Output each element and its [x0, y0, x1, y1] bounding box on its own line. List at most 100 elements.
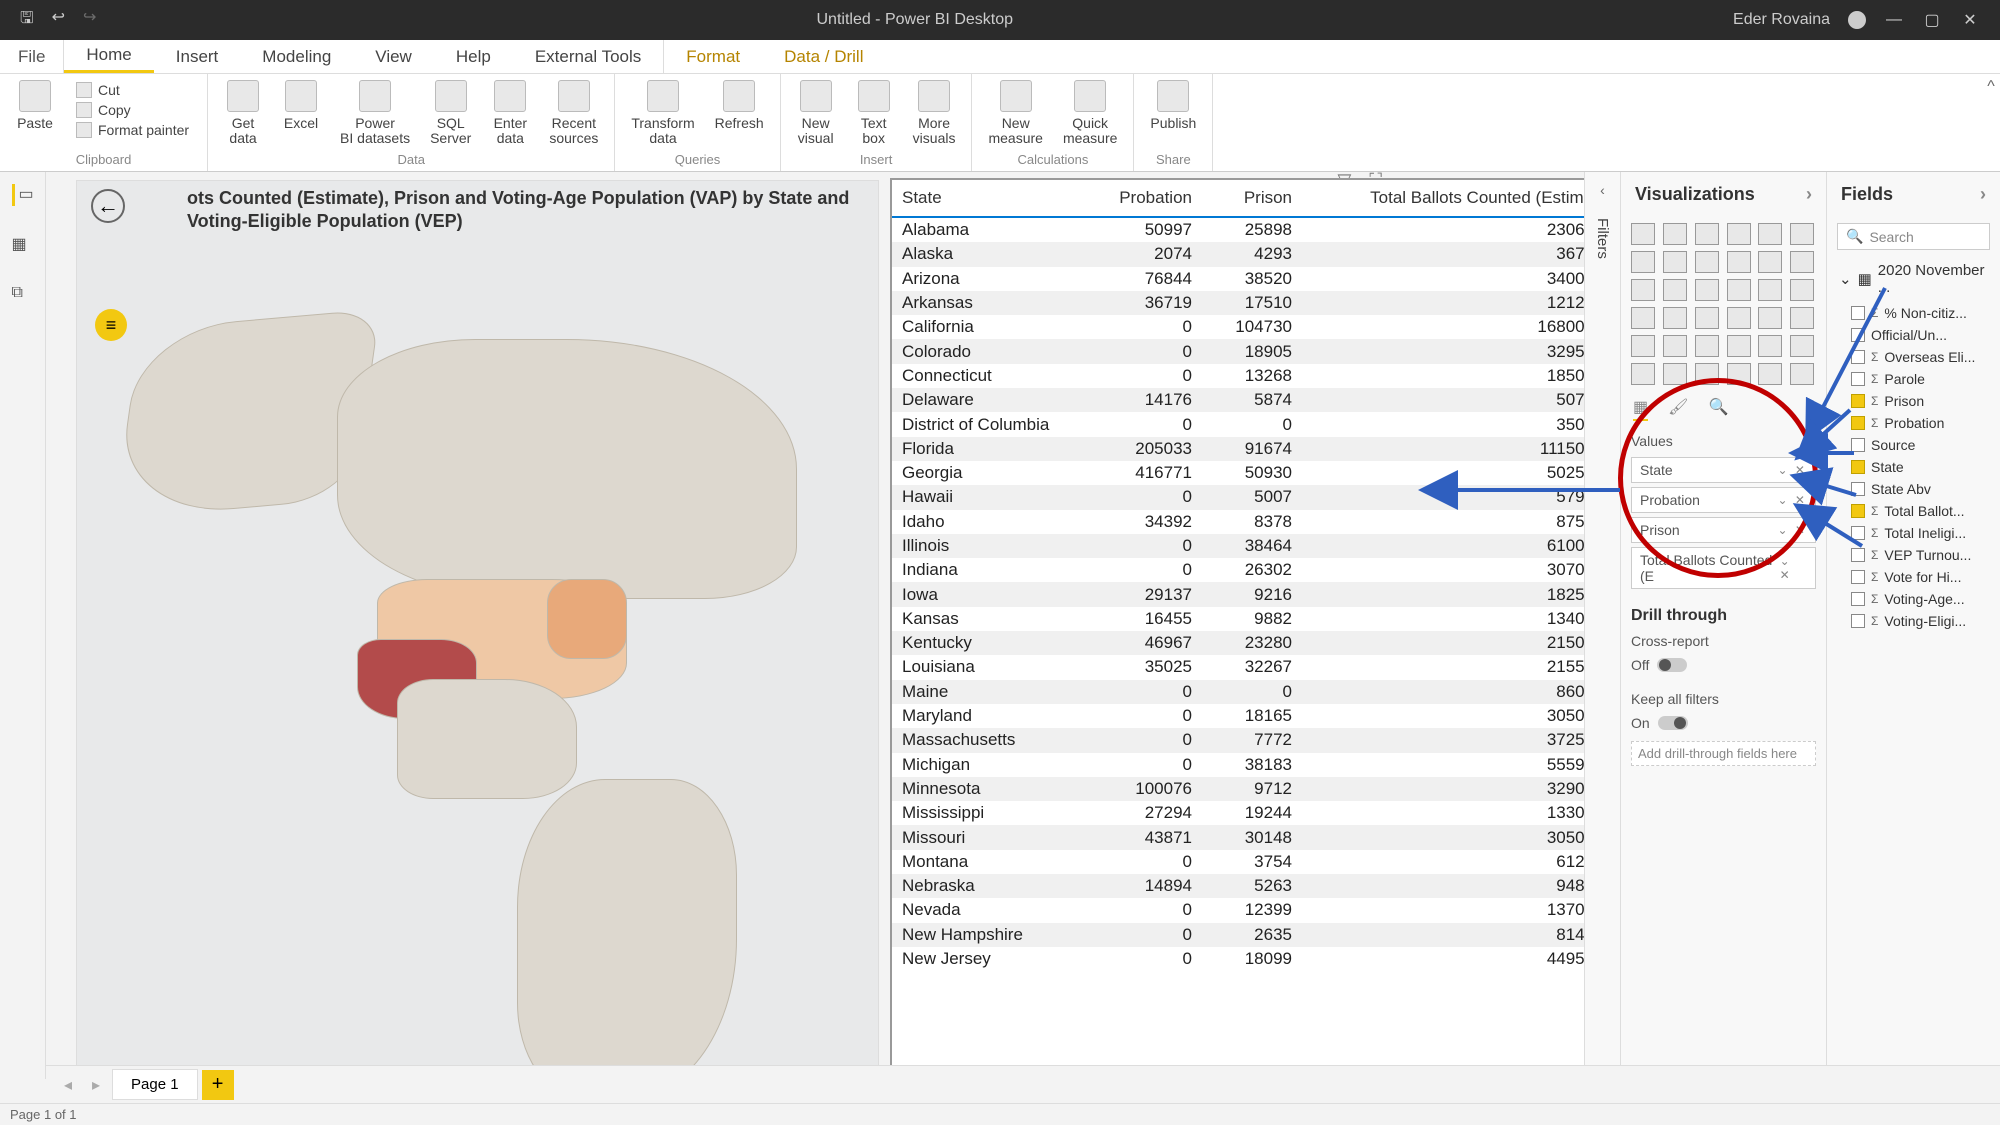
field-checkbox[interactable]: [1851, 570, 1865, 584]
report-view-icon[interactable]: ▭: [12, 184, 34, 206]
field-item-vote-for-hi-[interactable]: ΣVote for Hi...: [1827, 566, 2000, 588]
ribbon-queries-transform-data[interactable]: Transformdata: [625, 78, 700, 150]
viz-type-icon-28[interactable]: [1758, 335, 1782, 357]
save-icon[interactable]: 🖫: [20, 7, 34, 34]
viz-type-icon-32[interactable]: [1695, 363, 1719, 385]
table-row[interactable]: Florida2050339167411150000: [892, 437, 1584, 461]
field-item--non-citiz-[interactable]: Σ% Non-citiz...: [1827, 302, 2000, 324]
copy-button[interactable]: Copy: [76, 102, 189, 118]
viz-type-icon-14[interactable]: [1695, 279, 1719, 301]
table-visual[interactable]: State Probation Prison Total Ballots Cou…: [890, 178, 1584, 1079]
viz-type-icon-29[interactable]: [1790, 335, 1814, 357]
viz-type-icon-34[interactable]: [1758, 363, 1782, 385]
undo-icon[interactable]: ↩: [52, 7, 65, 34]
viz-type-icon-27[interactable]: [1727, 335, 1751, 357]
field-well-total-ballots[interactable]: Total Ballots Counted (E⌄ ✕: [1631, 547, 1816, 589]
tab-help[interactable]: Help: [434, 40, 513, 73]
field-checkbox[interactable]: [1851, 438, 1865, 452]
collapse-viz-pane-icon[interactable]: ›: [1806, 184, 1812, 205]
ribbon-insert-more-visuals[interactable]: Morevisuals: [907, 78, 962, 150]
viz-type-icon-35[interactable]: [1790, 363, 1814, 385]
map-visual[interactable]: ← ots Counted (Estimate), Prison and Vot…: [76, 180, 879, 1079]
table-row[interactable]: Alaska20744293367000: [892, 242, 1584, 266]
table-row[interactable]: Montana03754612055: [892, 850, 1584, 874]
table-row[interactable]: California010473016800000: [892, 315, 1584, 339]
viz-type-icon-2[interactable]: [1695, 223, 1719, 245]
format-tab-icon[interactable]: 🖌: [1668, 397, 1688, 421]
close-button[interactable]: ✕: [1960, 10, 1980, 30]
ribbon-data-get-data[interactable]: Getdata: [218, 78, 268, 150]
table-row[interactable]: Maine00860000: [892, 680, 1584, 704]
field-well-probation[interactable]: Probation⌄ ✕: [1631, 487, 1816, 513]
user-name[interactable]: Eder Rovaina: [1733, 11, 1830, 29]
map-body[interactable]: ≡ esri: [77, 239, 878, 1079]
analytics-tab-icon[interactable]: 🔍: [1708, 397, 1728, 421]
table-row[interactable]: Nebraska148945263948852: [892, 874, 1584, 898]
fields-table-node[interactable]: ⌄ ▦ 2020 November ...: [1827, 256, 2000, 302]
viz-type-icon-33[interactable]: [1727, 363, 1751, 385]
viz-type-icon-5[interactable]: [1790, 223, 1814, 245]
back-button[interactable]: ←: [91, 189, 125, 223]
ribbon-data-power-bi-datasets[interactable]: PowerBI datasets: [334, 78, 416, 150]
field-checkbox[interactable]: [1851, 592, 1865, 606]
tab-data-drill[interactable]: Data / Drill: [762, 40, 885, 73]
redo-icon[interactable]: ↪: [83, 7, 96, 34]
field-item-total-ineligi-[interactable]: ΣTotal Ineligi...: [1827, 522, 2000, 544]
ribbon-calc-quick-measure[interactable]: Quickmeasure: [1057, 78, 1123, 150]
table-row[interactable]: Missouri43871301483050000: [892, 825, 1584, 849]
field-checkbox[interactable]: [1851, 350, 1865, 364]
viz-type-icon-0[interactable]: [1631, 223, 1655, 245]
user-avatar-icon[interactable]: [1848, 11, 1866, 29]
table-row[interactable]: Massachusetts077723725000: [892, 728, 1584, 752]
cut-button[interactable]: Cut: [76, 82, 189, 98]
viz-type-icon-16[interactable]: [1758, 279, 1782, 301]
table-row[interactable]: Kentucky46967232802150951: [892, 631, 1584, 655]
field-item-prison[interactable]: ΣPrison: [1827, 390, 2000, 412]
field-checkbox[interactable]: [1851, 306, 1865, 320]
table-row[interactable]: Colorado0189053295000: [892, 339, 1584, 363]
viz-type-icon-31[interactable]: [1663, 363, 1687, 385]
fields-search-input[interactable]: 🔍 Search: [1837, 223, 1990, 250]
field-checkbox[interactable]: [1851, 548, 1865, 562]
ribbon-collapse-button[interactable]: ^: [1982, 74, 2000, 171]
add-drill-fields[interactable]: Add drill-through fields here: [1631, 741, 1816, 766]
ribbon-queries-refresh[interactable]: Refresh: [709, 78, 770, 150]
viz-type-icon-15[interactable]: [1727, 279, 1751, 301]
table-row[interactable]: Delaware141765874507805: [892, 388, 1584, 412]
maximize-button[interactable]: ▢: [1922, 10, 1942, 30]
viz-type-icon-25[interactable]: [1663, 335, 1687, 357]
tab-insert[interactable]: Insert: [154, 40, 241, 73]
table-row[interactable]: District of Columbia00350000: [892, 412, 1584, 436]
add-page-button[interactable]: +: [202, 1070, 234, 1100]
table-row[interactable]: Iowa2913792161825000: [892, 582, 1584, 606]
field-item-source[interactable]: Source: [1827, 434, 2000, 456]
ribbon-share-publish[interactable]: Publish: [1144, 78, 1202, 150]
ribbon-data-enter-data[interactable]: Enterdata: [485, 78, 535, 150]
tab-home[interactable]: Home: [64, 40, 153, 73]
table-row[interactable]: Minnesota10007697123290000: [892, 777, 1584, 801]
field-checkbox[interactable]: [1851, 482, 1865, 496]
field-item-voting-age-[interactable]: ΣVoting-Age...: [1827, 588, 2000, 610]
table-row[interactable]: Maryland0181653050000: [892, 704, 1584, 728]
expand-filters-icon[interactable]: ‹: [1600, 182, 1605, 198]
table-row[interactable]: Illinois0384646100000: [892, 534, 1584, 558]
col-header-probation[interactable]: Probation: [1072, 188, 1192, 208]
col-header-state[interactable]: State: [902, 188, 1072, 208]
file-menu[interactable]: File: [0, 40, 64, 73]
table-row[interactable]: Nevada0123991370000: [892, 898, 1584, 922]
table-row[interactable]: Connecticut0132681850000: [892, 364, 1584, 388]
field-checkbox[interactable]: [1851, 372, 1865, 386]
page-next-button[interactable]: ▸: [84, 1075, 108, 1095]
viz-type-icon-12[interactable]: [1631, 279, 1655, 301]
ribbon-data-sql-server[interactable]: SQLServer: [424, 78, 477, 150]
viz-type-icon-4[interactable]: [1758, 223, 1782, 245]
table-row[interactable]: Arizona76844385203400000: [892, 267, 1584, 291]
tab-format[interactable]: Format: [663, 40, 762, 73]
field-well-prison[interactable]: Prison⌄ ✕: [1631, 517, 1816, 543]
table-row[interactable]: Mississippi27294192441330000: [892, 801, 1584, 825]
tab-view[interactable]: View: [353, 40, 434, 73]
viz-type-icon-13[interactable]: [1663, 279, 1687, 301]
table-row[interactable]: Louisiana35025322672155000: [892, 655, 1584, 679]
field-item-total-ballot-[interactable]: ΣTotal Ballot...: [1827, 500, 2000, 522]
viz-type-icon-7[interactable]: [1663, 251, 1687, 273]
